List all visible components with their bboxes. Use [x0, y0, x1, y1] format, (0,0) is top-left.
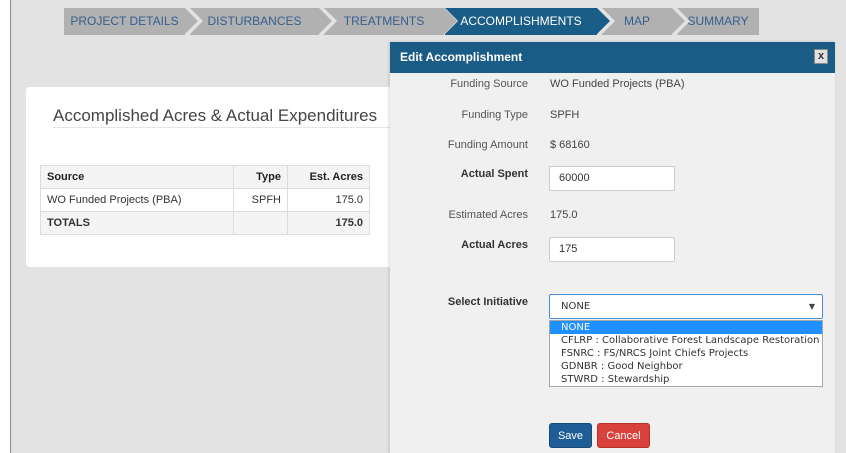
- accomplishments-card: Accomplished Acres & Actual Expenditures…: [26, 87, 426, 267]
- funding-amount-value: $ 68160: [550, 139, 590, 151]
- divider: [53, 127, 426, 128]
- dialog-header: Edit Accomplishment x: [390, 42, 835, 73]
- initiative-option-cflrp[interactable]: CFLRP : Collaborative Forest Landscape R…: [550, 334, 822, 347]
- tab-arrow: [444, 8, 457, 34]
- actual-spent-input[interactable]: 60000: [549, 166, 675, 191]
- tab-label: PROJECT DETAILS: [70, 14, 179, 28]
- column-header-est-acres: Est. Acres: [287, 165, 370, 189]
- cancel-button[interactable]: Cancel: [597, 423, 650, 448]
- cell-source: WO Funded Projects (PBA): [40, 188, 234, 212]
- tab-label: MAP: [623, 14, 650, 28]
- initiative-selected-value: NONE: [561, 301, 591, 312]
- save-button[interactable]: Save: [549, 423, 592, 448]
- tab-label: ACCOMPLISHMENTS: [460, 14, 582, 28]
- tab-label: SUMMARY: [687, 14, 749, 28]
- tab-arrow: [185, 8, 198, 34]
- select-initiative-label: Select Initiative: [447, 296, 528, 308]
- actual-acres-input[interactable]: 175: [549, 237, 675, 262]
- tab-map[interactable]: MAP: [602, 8, 685, 35]
- tab-arrow: [319, 8, 332, 34]
- table-row: WO Funded Projects (PBA) SPFH 175.0: [40, 188, 370, 212]
- cell-est-acres: 175.0: [287, 188, 370, 212]
- initiative-option-stwrd[interactable]: STWRD : Stewardship: [550, 373, 822, 386]
- funding-type-value: SPFH: [550, 109, 580, 121]
- card-title: Accomplished Acres & Actual Expenditures: [53, 106, 378, 125]
- initiative-option-none[interactable]: NONE: [550, 321, 822, 334]
- tab-label: DISTURBANCES: [207, 14, 302, 28]
- close-button[interactable]: x: [814, 49, 828, 64]
- tab-arrow: [597, 8, 610, 34]
- initiative-option-fsnrc[interactable]: FSNRC : FS/NRCS Joint Chiefs Projects: [550, 347, 822, 360]
- estimated-acres-value: 175.0: [550, 209, 578, 221]
- funding-source-value: WO Funded Projects (PBA): [550, 78, 685, 90]
- initiative-option-gdnbr[interactable]: GDNBR : Good Neighbor: [550, 360, 822, 373]
- caret-down-icon: ▼: [808, 302, 815, 311]
- tab-summary[interactable]: SUMMARY: [677, 8, 759, 35]
- funding-source-label: Funding Source: [450, 78, 528, 90]
- initiative-select[interactable]: NONE ▼: [549, 294, 823, 319]
- initiative-dropdown-list: NONE CFLRP : Collaborative Forest Landsc…: [549, 320, 823, 387]
- accomplishments-table: Source Type Est. Acres WO Funded Project…: [40, 165, 370, 235]
- totals-label: TOTALS: [40, 211, 234, 235]
- actual-acres-label: Actual Acres: [461, 239, 528, 251]
- cell-type: SPFH: [233, 188, 288, 212]
- tab-disturbances[interactable]: DISTURBANCES: [190, 8, 332, 35]
- close-icon: x: [817, 50, 825, 62]
- funding-amount-label: Funding Amount: [447, 139, 528, 151]
- tab-treatments[interactable]: TREATMENTS: [324, 8, 457, 35]
- tab-arrow: [672, 8, 685, 34]
- tab-label: TREATMENTS: [343, 14, 425, 28]
- funding-type-label: Funding Type: [461, 109, 528, 121]
- edit-accomplishment-dialog: Edit Accomplishment x Funding Source WO …: [390, 42, 835, 453]
- column-header-type: Type: [233, 165, 288, 189]
- dialog-title: Edit Accomplishment: [400, 50, 523, 64]
- estimated-acres-label: Estimated Acres: [448, 209, 528, 221]
- table-header-row: Source Type Est. Acres: [40, 165, 370, 189]
- totals-row: TOTALS 175.0: [40, 211, 370, 235]
- totals-type: [233, 211, 288, 235]
- tab-accomplishments[interactable]: ACCOMPLISHMENTS: [445, 8, 610, 35]
- actual-spent-label: Actual Spent: [460, 168, 528, 180]
- tab-project-details[interactable]: PROJECT DETAILS: [64, 8, 198, 35]
- totals-est-acres: 175.0: [287, 211, 370, 235]
- column-header-source: Source: [40, 165, 234, 189]
